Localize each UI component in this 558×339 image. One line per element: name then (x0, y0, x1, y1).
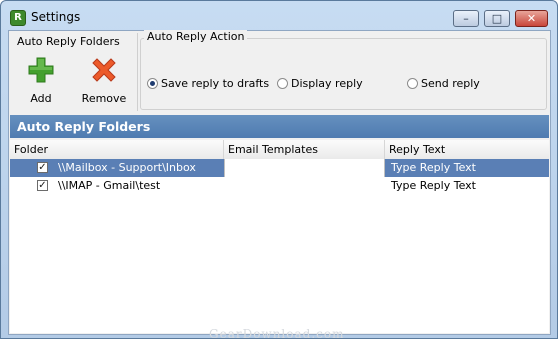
folders-table: Folder Email Templates Reply Text ✓ \\Ma… (10, 140, 549, 333)
close-button[interactable]: ✕ (515, 10, 548, 27)
table-header: Folder Email Templates Reply Text (10, 140, 549, 160)
display-reply-radio[interactable]: Display reply (277, 77, 363, 90)
radio-label: Display reply (291, 77, 363, 90)
x-icon (92, 58, 116, 82)
remove-label: Remove (81, 92, 127, 105)
window-title: Settings (31, 10, 81, 24)
folder-cell: \\Mailbox - Support\Inbox (58, 161, 196, 174)
table-row[interactable]: ✓ \\Mailbox - Support\Inbox Type Reply T… (10, 159, 549, 177)
title-bar[interactable]: R Settings – □ ✕ (1, 1, 557, 31)
column-email-templates[interactable]: Email Templates (224, 140, 385, 159)
save-to-drafts-radio[interactable]: Save reply to drafts (147, 77, 269, 90)
app-icon: R (10, 10, 26, 26)
section-header: Auto Reply Folders (10, 115, 549, 138)
watermark: GearDownload.com (209, 327, 345, 339)
reply-text-cell[interactable]: Type Reply Text (391, 159, 476, 177)
plus-icon (28, 57, 54, 83)
add-label: Add (30, 92, 52, 105)
template-cell[interactable] (224, 159, 385, 177)
settings-window: R Settings – □ ✕ Auto Reply Folders Add … (0, 0, 558, 339)
reply-text-cell[interactable]: Type Reply Text (391, 177, 476, 195)
folder-cell: \\IMAP - Gmail\test (58, 179, 161, 192)
row-checkbox[interactable]: ✓ (37, 162, 48, 173)
column-reply-text[interactable]: Reply Text (385, 140, 549, 159)
radio-label: Save reply to drafts (161, 77, 270, 90)
radio-dot[interactable] (147, 78, 158, 89)
row-checkbox[interactable]: ✓ (37, 180, 48, 191)
maximize-button[interactable]: □ (484, 10, 510, 27)
add-button[interactable]: Add (16, 57, 66, 105)
radio-dot[interactable] (407, 78, 418, 89)
folders-group-title: Auto Reply Folders (14, 35, 123, 48)
folders-group: Auto Reply Folders Add Remove (11, 35, 135, 110)
template-cell[interactable] (224, 177, 385, 195)
minimize-button[interactable]: – (453, 10, 479, 27)
group-divider (137, 33, 138, 111)
column-folder[interactable]: Folder (10, 140, 224, 159)
remove-button[interactable]: Remove (79, 57, 129, 105)
radio-dot[interactable] (277, 78, 288, 89)
action-group-title: Auto Reply Action (144, 30, 248, 43)
radio-label: Send reply (421, 77, 480, 90)
table-row[interactable]: ✓ \\IMAP - Gmail\test Type Reply Text (10, 177, 549, 195)
action-group: Auto Reply Action Save reply to drafts D… (140, 30, 547, 110)
settings-content: Auto Reply Folders Add Remove Auto Reply… (8, 30, 551, 335)
send-reply-radio[interactable]: Send reply (407, 77, 480, 90)
